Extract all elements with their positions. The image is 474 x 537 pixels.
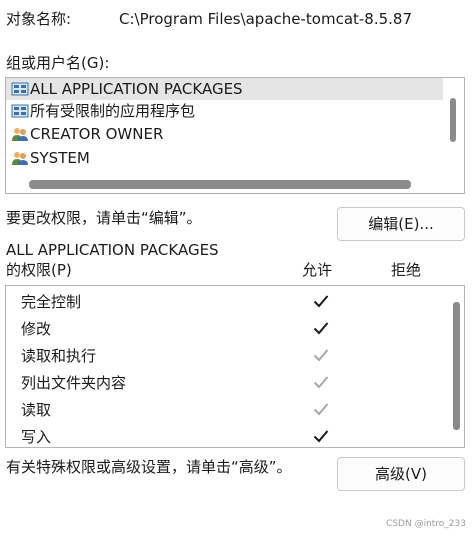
check-mark — [313, 349, 329, 362]
group-list-vertical-scrollbar[interactable] — [450, 98, 456, 142]
check-mark — [313, 430, 329, 443]
permission-name: 列出文件夹内容 — [21, 374, 127, 392]
permission-row-full-control: 完全控制 — [6, 288, 446, 315]
permission-row-read-execute: 读取和执行 — [6, 342, 446, 369]
check-mark — [313, 403, 329, 416]
permission-row-list-folder: 列出文件夹内容 — [6, 369, 446, 396]
app-packages-icon — [11, 104, 29, 118]
check-icon — [313, 349, 329, 362]
edit-button[interactable]: 编辑(E)... — [337, 207, 465, 241]
permissions-for-principal: ALL APPLICATION PACKAGES — [6, 241, 219, 259]
group-item-label: SYSTEM — [30, 149, 90, 167]
permissions-label: 的权限(P) — [6, 261, 72, 279]
permission-row-read: 读取 — [6, 396, 446, 423]
check-icon — [313, 322, 329, 335]
permissions-vertical-scrollbar[interactable] — [453, 302, 460, 430]
object-name-value: C:\Program Files\apache-tomcat-8.5.87 — [119, 10, 413, 28]
permission-name: 写入 — [21, 428, 52, 446]
group-item-all-application-packages[interactable]: ALL APPLICATION PACKAGES — [6, 78, 443, 100]
permission-name: 读取 — [21, 401, 52, 419]
check-mark — [313, 322, 329, 335]
check-icon — [313, 430, 329, 443]
users-icon — [12, 128, 28, 141]
check-icon — [313, 295, 329, 308]
advanced-button[interactable]: 高级(V) — [337, 457, 465, 491]
group-user-list[interactable]: ALL APPLICATION PACKAGES 所有受限制的应用程序包 CRE… — [5, 77, 465, 194]
group-item-label: 所有受限制的应用程序包 — [30, 102, 196, 120]
edit-hint: 要更改权限，请单击“编辑”。 — [6, 209, 202, 227]
permission-name: 完全控制 — [21, 293, 82, 311]
group-item-label: CREATOR OWNER — [30, 125, 164, 143]
check-icon — [313, 376, 329, 389]
allow-column-header: 允许 — [302, 261, 333, 279]
advanced-hint: 有关特殊权限或高级设置，请单击“高级”。 — [6, 458, 292, 476]
group-item-system[interactable]: SYSTEM — [6, 147, 443, 169]
permission-name: 修改 — [21, 320, 52, 338]
permissions-list[interactable]: 完全控制 修改 读取和执行 列出文件夹内容 读取 写入 — [5, 285, 465, 448]
app-packages-icon — [11, 82, 29, 96]
check-mark — [313, 376, 329, 389]
group-item-label: ALL APPLICATION PACKAGES — [30, 80, 243, 98]
group-item-creator-owner[interactable]: CREATOR OWNER — [6, 123, 443, 145]
permission-name: 读取和执行 — [21, 347, 97, 365]
permission-row-write: 写入 — [6, 423, 446, 447]
users-icon — [12, 152, 28, 165]
check-mark — [313, 295, 329, 308]
object-name-label: 对象名称: — [6, 10, 72, 28]
watermark: CSDN @intro_233 — [386, 519, 466, 529]
group-list-label: 组或用户名(G): — [6, 54, 110, 72]
check-icon — [313, 403, 329, 416]
group-list-horizontal-scrollbar[interactable] — [29, 180, 411, 189]
permission-row-modify: 修改 — [6, 315, 446, 342]
group-item-restricted-packages[interactable]: 所有受限制的应用程序包 — [6, 100, 443, 122]
deny-column-header: 拒绝 — [391, 261, 422, 279]
